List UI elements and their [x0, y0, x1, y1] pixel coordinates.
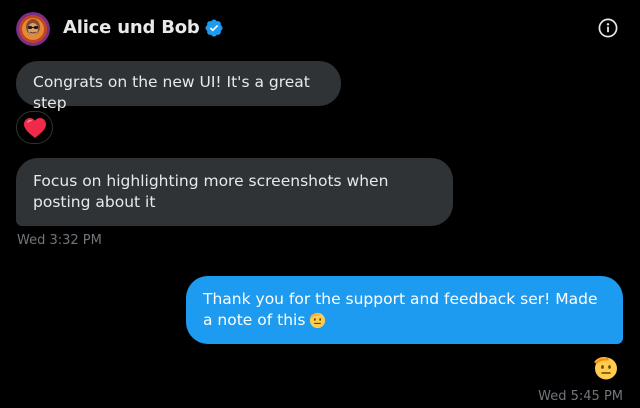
- message-timestamp: Wed 5:45 PM: [538, 389, 623, 404]
- dm-conversation: Alice und Bob Congrats on the new UI! It…: [0, 0, 640, 408]
- heart-emoji-icon: [23, 117, 46, 138]
- saluting-face-emoji-icon: [308, 310, 327, 329]
- reaction-badge[interactable]: [16, 111, 53, 144]
- conversation-title-wrap[interactable]: Alice und Bob: [63, 14, 224, 42]
- message-text: Focus on highlighting more screenshots w…: [33, 172, 389, 211]
- message-bubble-incoming[interactable]: Focus on highlighting more screenshots w…: [16, 158, 453, 226]
- message-text: Congrats on the new UI! It's a great ste…: [33, 73, 310, 112]
- message-bubble-outgoing[interactable]: Thank you for the support and feedback s…: [186, 276, 623, 344]
- message-timestamp: Wed 3:32 PM: [17, 233, 102, 248]
- reaction-badge[interactable]: [588, 352, 622, 382]
- message-text: Thank you for the support and feedback s…: [203, 290, 598, 329]
- group-avatar-icon: [16, 12, 50, 46]
- avatar[interactable]: [16, 12, 50, 46]
- message-bubble-incoming[interactable]: Congrats on the new UI! It's a great ste…: [16, 61, 341, 112]
- saluting-face-emoji-icon: [594, 357, 617, 380]
- conversation-title: Alice und Bob: [63, 17, 200, 38]
- conversation-header: Alice und Bob: [0, 0, 640, 56]
- info-icon[interactable]: [598, 18, 618, 38]
- verified-badge-icon: [204, 18, 224, 38]
